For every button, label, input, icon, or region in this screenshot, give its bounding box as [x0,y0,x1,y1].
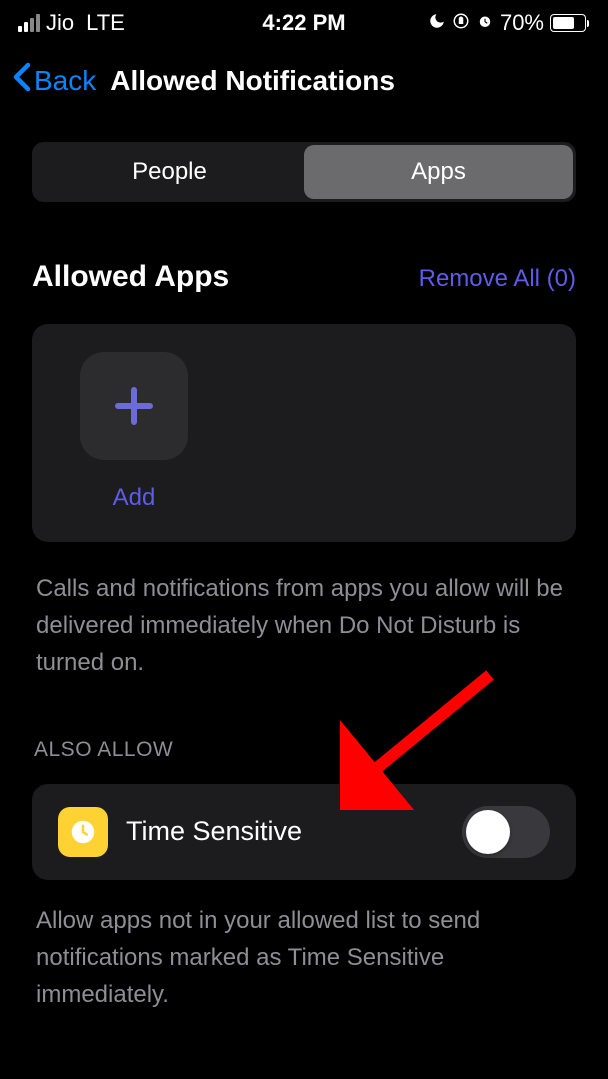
clock-icon [58,807,108,857]
status-bar: Jio LTE 4:22 PM 70% [0,0,608,44]
plus-icon [80,352,188,460]
status-left: Jio LTE [18,10,125,36]
network-label: LTE [86,10,125,36]
time-sensitive-description: Allow apps not in your allowed list to s… [32,902,576,1014]
navigation-bar: Back Allowed Notifications [0,44,608,118]
orientation-lock-icon [452,10,470,36]
remove-all-button[interactable]: Remove All (0) [419,265,576,293]
carrier-label: Jio [46,10,74,36]
battery-percent: 70% [500,10,544,36]
tab-apps[interactable]: Apps [304,145,573,199]
moon-icon [428,10,446,36]
chevron-left-icon [12,62,32,100]
allowed-apps-description: Calls and notifications from apps you al… [32,570,576,682]
add-app-button[interactable]: Add [80,352,188,512]
time-sensitive-label: Time Sensitive [126,816,444,847]
tab-people[interactable]: People [35,145,304,199]
allowed-apps-card: Add [32,324,576,542]
signal-strength-icon [18,14,40,32]
time-sensitive-toggle[interactable] [462,806,550,858]
status-time: 4:22 PM [262,10,345,36]
add-label: Add [113,484,156,512]
back-button[interactable]: Back [12,62,96,100]
battery-icon [550,14,586,32]
allowed-apps-title: Allowed Apps [32,260,229,294]
status-right: 70% [428,10,586,36]
page-title: Allowed Notifications [110,65,395,97]
back-label: Back [34,65,96,97]
segmented-control: People Apps [32,142,576,202]
allowed-apps-header: Allowed Apps Remove All (0) [32,260,576,294]
alarm-icon [476,10,494,36]
also-allow-header: ALSO ALLOW [32,738,576,762]
time-sensitive-row: Time Sensitive [32,784,576,880]
